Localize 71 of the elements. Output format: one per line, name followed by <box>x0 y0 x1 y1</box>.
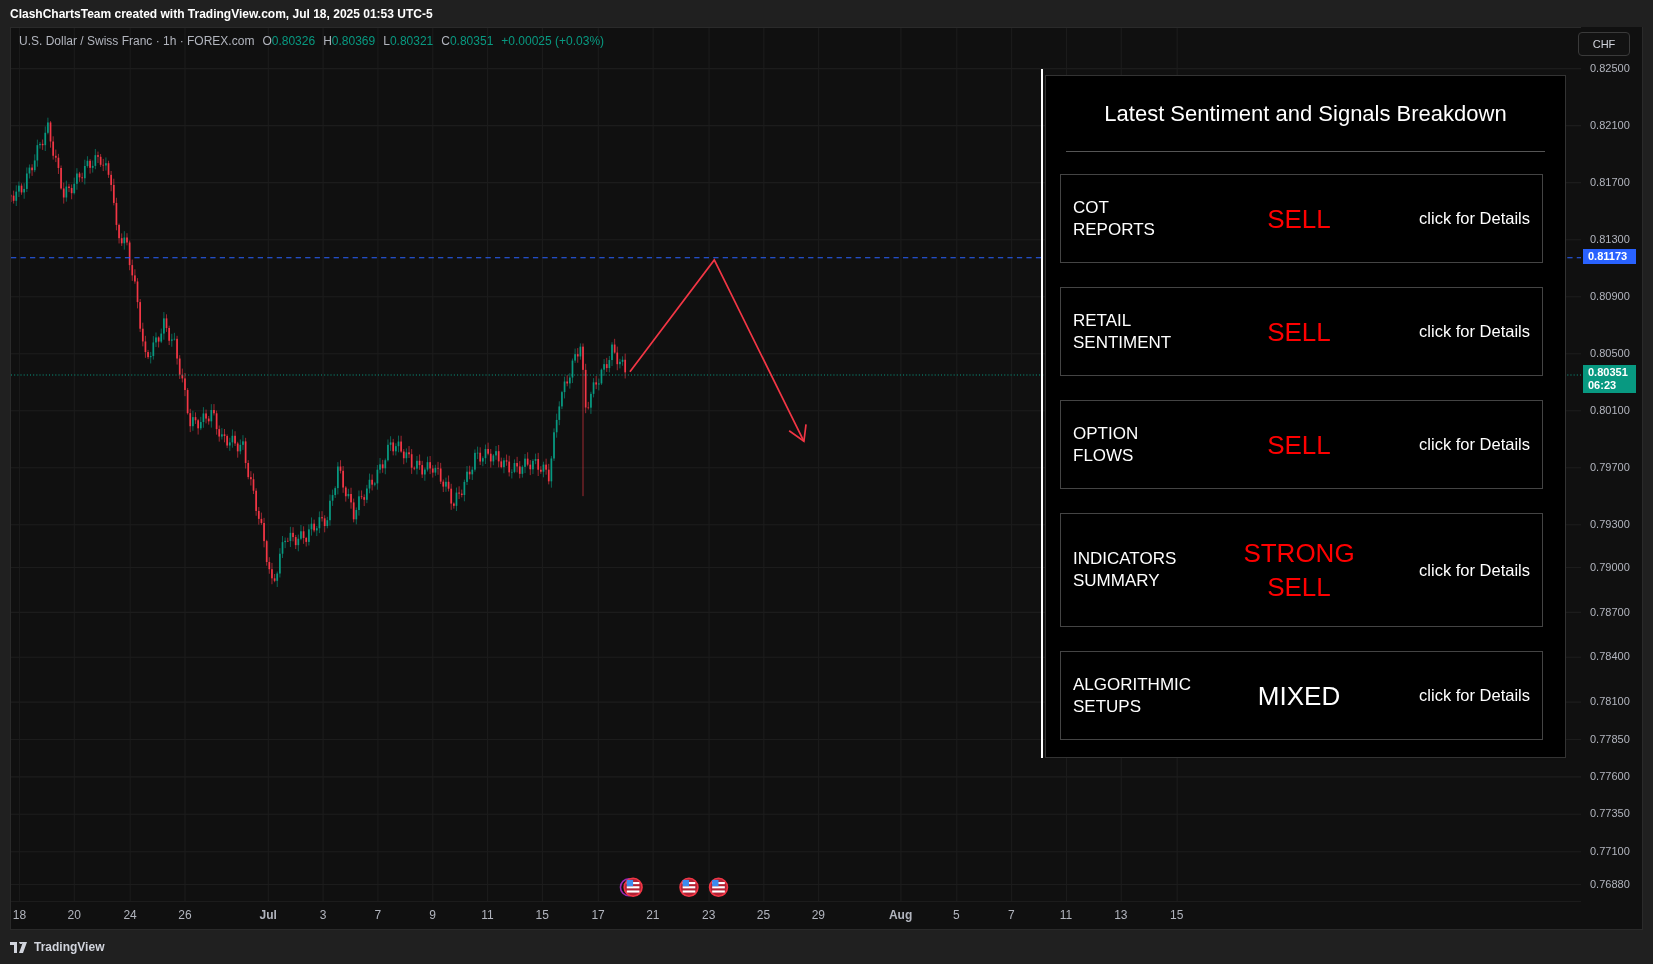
chart-title: ClashChartsTeam created with TradingView.com, Jul 18, 2025 01:53 UTC-5 <box>9 5 434 23</box>
date-label: 24 <box>123 908 137 922</box>
signal-label: ALGORITHMIC SETUPS <box>1073 673 1193 718</box>
price-label: 0.77350 <box>1590 807 1630 820</box>
brand-name: TradingView <box>34 940 105 954</box>
date-label: 29 <box>811 908 826 922</box>
date-label: 13 <box>1114 908 1128 922</box>
signal-value: SELL <box>1266 202 1332 236</box>
countdown-text: 06:23 <box>1588 379 1618 393</box>
date-label: 26 <box>178 908 192 922</box>
signal-label: OPTION FLOWS <box>1073 422 1140 467</box>
flag-icon <box>619 877 643 898</box>
flag-icon <box>679 877 699 898</box>
price-label: 0.77600 <box>1590 770 1630 783</box>
price-marker: 0.81173 <box>1583 249 1636 265</box>
ohlc-value: O0.80326 <box>262 34 316 48</box>
price-label: 0.78400 <box>1590 650 1630 663</box>
price-label: 0.78100 <box>1590 695 1630 708</box>
date-label: 18 <box>12 908 27 922</box>
date-label: Jul <box>259 908 277 922</box>
price-label: 0.81700 <box>1590 176 1630 188</box>
change-value: +0.00025 (+0.03%) <box>501 34 605 48</box>
price-label: 0.78700 <box>1590 605 1630 618</box>
price-label: 0.79700 <box>1590 461 1630 473</box>
details-link[interactable]: click for Details <box>1365 435 1530 454</box>
details-link[interactable]: click for Details <box>1365 322 1530 341</box>
signal-label: COT REPORTS <box>1073 196 1156 241</box>
date-label: 5 <box>953 908 960 922</box>
ohlc-value: C0.80351 <box>441 34 494 48</box>
date-label: 17 <box>591 908 605 922</box>
price-label: 0.81300 <box>1590 233 1630 245</box>
date-label: 15 <box>1170 908 1184 922</box>
price-label: 0.79000 <box>1590 560 1630 573</box>
signal-label: RETAIL SENTIMENT <box>1073 309 1173 354</box>
ohlc-value: L0.80321 <box>383 34 434 48</box>
signal-value: MIXED <box>1256 679 1342 713</box>
price-label: 0.80900 <box>1590 290 1630 302</box>
date-label: 7 <box>1007 908 1015 922</box>
signal-value: SELL <box>1266 315 1332 349</box>
date-label: Aug <box>888 908 913 922</box>
price-label: 0.79300 <box>1590 518 1630 530</box>
price-label: 0.77850 <box>1590 732 1630 745</box>
details-link[interactable]: click for Details <box>1365 686 1530 705</box>
date-label: 25 <box>756 908 771 922</box>
logo-icon <box>10 941 30 953</box>
date-label: 11 <box>481 908 494 922</box>
date-label: 3 <box>319 908 327 922</box>
details-link[interactable]: click for Details <box>1365 560 1530 580</box>
date-label: 20 <box>67 908 81 922</box>
details-link[interactable]: click for Details <box>1365 209 1530 228</box>
flag-icon <box>708 877 729 898</box>
signal-value: STRONG SELL <box>1242 537 1356 604</box>
price-label: 0.82100 <box>1590 119 1630 131</box>
price-label: 0.80500 <box>1590 347 1630 359</box>
price-label: 0.82500 <box>1590 62 1630 74</box>
date-label: 23 <box>702 908 716 922</box>
price-text: 0.80351 <box>1588 366 1629 380</box>
panel-title: Latest Sentiment and Signals Breakdown <box>1066 76 1545 152</box>
price-label: 0.80100 <box>1590 404 1630 416</box>
date-label: 21 <box>646 908 660 922</box>
date-label: 9 <box>429 908 436 922</box>
price-label: 0.76880 <box>1590 877 1630 890</box>
ohlc-value: H0.80369 <box>323 34 376 48</box>
signal-label: INDICATORS SUMMARY <box>1073 548 1178 592</box>
price-label: 0.77100 <box>1590 844 1630 857</box>
currency-button[interactable]: CHF <box>1578 32 1630 56</box>
date-label: 15 <box>535 908 549 922</box>
symbol-label: U.S. Dollar / Swiss Franc · 1h · FOREX.com <box>19 34 255 48</box>
date-label: 7 <box>374 908 382 922</box>
signal-value: SELL <box>1266 428 1332 462</box>
date-label: 11 <box>1059 908 1073 922</box>
